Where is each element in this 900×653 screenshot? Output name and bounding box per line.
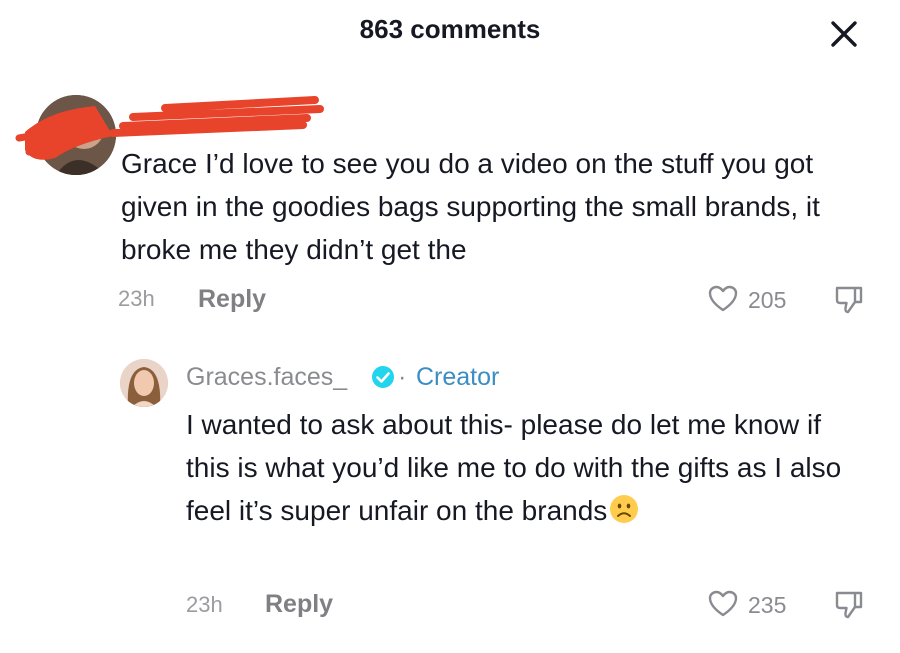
heart-icon [708,285,738,312]
reply-username[interactable]: Graces.faces_ [186,363,347,392]
close-icon [831,21,857,47]
comment-text: Grace I’d love to see you do a video on … [121,148,820,265]
heart-icon [708,590,738,617]
comment-time: 23h [118,286,155,311]
thumbs-down-icon [835,286,863,314]
close-button[interactable] [824,14,864,54]
creator-label: Creator [416,363,500,391]
creator-avatar[interactable] [120,359,168,407]
dislike-button[interactable] [833,284,865,316]
like-button[interactable] [708,285,738,313]
reply-text: I wanted to ask about this- please do le… [186,409,842,526]
reply-button-2[interactable]: Reply [265,590,333,619]
like-count-2: 235 [748,592,787,618]
like-count: 205 [748,287,787,313]
reply-text-block: I wanted to ask about this- please do le… [186,403,866,532]
reply-time: 23h [186,592,223,617]
verified-badge-icon [372,366,394,388]
separator-dot: · [398,363,407,391]
frowning-face-icon [610,495,639,523]
dislike-button-2[interactable] [833,589,865,621]
comments-count-title: 863 comments [359,14,541,44]
like-button-2[interactable] [708,590,738,618]
thumbs-down-icon [835,591,863,619]
reply-button[interactable]: Reply [198,285,266,314]
